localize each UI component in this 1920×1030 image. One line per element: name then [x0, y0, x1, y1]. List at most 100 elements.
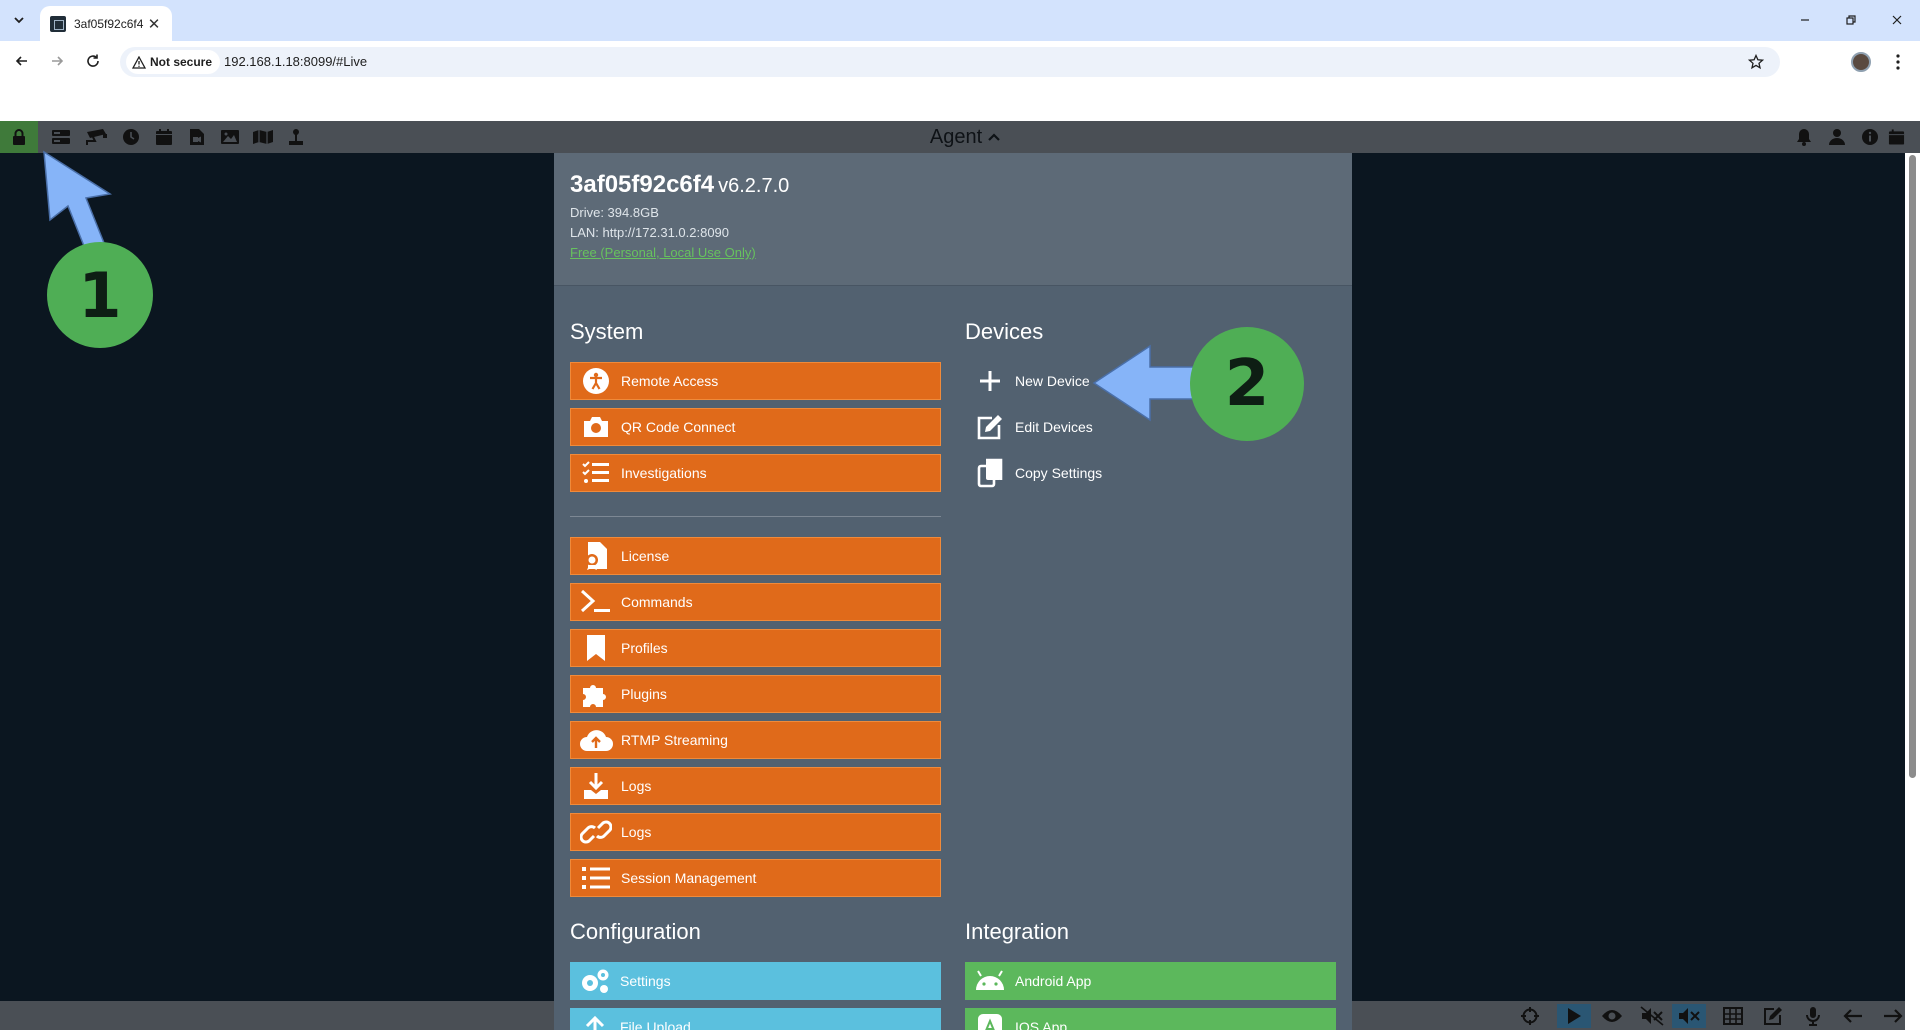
info-button[interactable] — [1857, 126, 1883, 148]
logs-download-label: Logs — [621, 778, 652, 794]
edit-devices-button[interactable]: Edit Devices — [965, 408, 1093, 446]
forward-button[interactable] — [43, 47, 71, 75]
mute-button[interactable] — [1672, 1004, 1706, 1028]
commands-button[interactable]: Commands — [570, 583, 941, 621]
lock-button[interactable] — [0, 121, 38, 153]
next-button[interactable] — [1880, 1004, 1905, 1028]
timeline-button[interactable] — [118, 126, 144, 148]
previous-button[interactable] — [1840, 1004, 1866, 1028]
android-icon — [965, 962, 1015, 1000]
chevron-up-icon — [988, 133, 1000, 141]
mute-alerts-button[interactable] — [1639, 1004, 1665, 1028]
agent-menu-toggle[interactable]: Agent — [920, 125, 1010, 149]
play-button[interactable] — [1557, 1004, 1591, 1028]
system-divider — [570, 516, 941, 517]
server-name: 3af05f92c6f4 — [570, 171, 715, 198]
cameras-button[interactable] — [84, 126, 110, 148]
app-top-bar: Agent — [0, 121, 1920, 153]
warning-icon — [132, 55, 146, 69]
logs-link-button[interactable]: Logs — [570, 813, 941, 851]
browser-tab-strip: 3af05f92c6f4 ✕ — [0, 0, 1920, 41]
bookmark-button[interactable] — [1744, 50, 1768, 74]
security-indicator[interactable]: Not secure — [126, 50, 221, 74]
arrow-left-icon — [15, 56, 27, 66]
certificate-icon — [571, 537, 621, 575]
view-button[interactable] — [1599, 1004, 1625, 1028]
images-button[interactable] — [217, 126, 243, 148]
recordings-button[interactable] — [184, 126, 210, 148]
tab-title: 3af05f92c6f4 — [74, 16, 144, 31]
schedule-button[interactable] — [151, 126, 177, 148]
new-device-button[interactable]: New Device — [965, 362, 1090, 400]
profile-avatar[interactable] — [1851, 52, 1871, 72]
file-upload-button[interactable]: File Upload — [570, 1008, 941, 1030]
plugins-label: Plugins — [621, 686, 667, 702]
drive-info: Drive: 394.8GB — [570, 205, 659, 220]
star-icon — [1748, 54, 1764, 70]
back-button[interactable] — [8, 47, 36, 75]
session-management-button[interactable]: Session Management — [570, 859, 941, 897]
focus-button[interactable] — [1517, 1004, 1543, 1028]
logs-link-label: Logs — [621, 824, 652, 840]
minimize-button[interactable] — [1782, 6, 1828, 34]
qr-code-connect-label: QR Code Connect — [621, 419, 736, 435]
apple-icon — [965, 1008, 1015, 1030]
restore-button[interactable] — [1828, 6, 1874, 34]
copy-settings-button[interactable]: Copy Settings — [965, 454, 1102, 492]
clock-icon — [123, 129, 139, 145]
user-button[interactable] — [1824, 126, 1850, 148]
browser-menu-button[interactable] — [1888, 51, 1908, 73]
qr-code-connect-button[interactable]: QR Code Connect — [570, 408, 941, 446]
edit-icon — [965, 408, 1015, 446]
calendar-partial-button[interactable] — [1888, 126, 1905, 148]
license-link[interactable]: Free (Personal, Local Use Only) — [570, 245, 756, 260]
copy-icon — [965, 454, 1015, 492]
scrollbar-thumb[interactable] — [1909, 155, 1916, 778]
map-icon — [253, 130, 273, 144]
microphone-button[interactable] — [1800, 1004, 1826, 1028]
lock-icon — [13, 129, 25, 145]
minimize-icon — [1801, 19, 1809, 21]
cloud-upload-icon — [571, 721, 621, 759]
plugins-button[interactable]: Plugins — [570, 675, 941, 713]
file-video-icon — [190, 129, 204, 145]
logs-download-button[interactable]: Logs — [570, 767, 941, 805]
ios-app-button[interactable]: IOS App — [965, 1008, 1336, 1030]
url-text: 192.168.1.18:8099/#Live — [224, 54, 368, 69]
license-label: License — [621, 548, 670, 564]
new-device-label: New Device — [1015, 373, 1090, 389]
address-bar[interactable]: Not secure 192.168.1.18:8099/#Live — [120, 47, 1780, 77]
profiles-button[interactable]: Profiles — [570, 629, 941, 667]
reload-button[interactable] — [79, 47, 107, 75]
info-icon — [1862, 129, 1878, 145]
settings-button[interactable]: Settings — [570, 962, 941, 1000]
close-window-button[interactable] — [1874, 6, 1920, 34]
ptz-button[interactable] — [283, 126, 309, 148]
arrow-right-icon — [52, 56, 64, 66]
edit-layout-button[interactable] — [1760, 1004, 1786, 1028]
arrow-left-icon — [1843, 1009, 1862, 1023]
calendar-icon — [1888, 129, 1905, 145]
investigations-button[interactable]: Investigations — [570, 454, 941, 492]
rtmp-streaming-label: RTMP Streaming — [621, 732, 728, 748]
crosshair-icon — [1521, 1007, 1539, 1025]
microphone-icon — [1806, 1007, 1820, 1026]
bottom-toolbar — [1352, 1001, 1905, 1030]
server-info-header: 3af05f92c6f4 v6.2.7.0 Drive: 394.8GB LAN:… — [554, 153, 1352, 286]
alerts-button[interactable] — [1791, 126, 1817, 148]
close-tab-icon[interactable]: ✕ — [146, 16, 162, 33]
remote-access-button[interactable]: Remote Access — [570, 362, 941, 400]
tab-search-button[interactable] — [6, 8, 32, 32]
grid-layout-button[interactable] — [1720, 1004, 1746, 1028]
license-button[interactable]: License — [570, 537, 941, 575]
rtmp-streaming-button[interactable]: RTMP Streaming — [570, 721, 941, 759]
browser-tab[interactable]: 3af05f92c6f4 ✕ — [40, 6, 172, 41]
android-app-button[interactable]: Android App — [965, 962, 1336, 1000]
map-button[interactable] — [250, 126, 276, 148]
user-icon — [1829, 129, 1845, 145]
server-menu-button[interactable] — [48, 126, 74, 148]
checklist-icon — [571, 454, 621, 492]
page-scrollbar[interactable] — [1905, 153, 1920, 1030]
joystick-icon — [289, 129, 303, 145]
calendar-icon — [156, 129, 172, 145]
